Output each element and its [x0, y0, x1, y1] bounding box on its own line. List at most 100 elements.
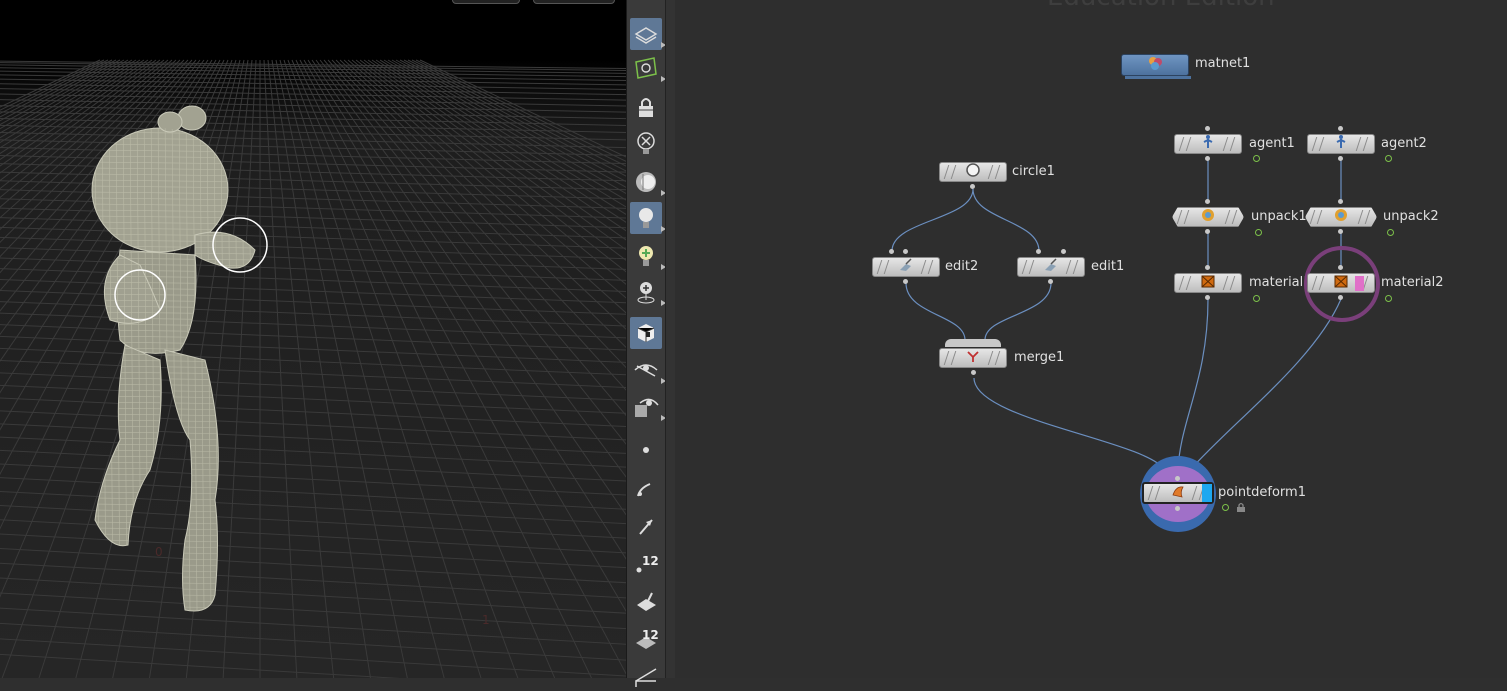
grid-origin-marker: 0	[155, 545, 163, 559]
node-unpack1[interactable]	[1172, 207, 1244, 227]
output-port[interactable]	[1205, 295, 1210, 300]
add-light-icon	[639, 246, 653, 266]
node-edit1[interactable]	[1017, 257, 1085, 277]
display-flag-indicator[interactable]	[1202, 484, 1212, 502]
output-port[interactable]	[903, 279, 908, 284]
display-options-icon	[634, 27, 658, 44]
close-circle-button[interactable]	[630, 128, 662, 160]
point-deform-icon	[1170, 483, 1186, 503]
node-flag-pointdeform1	[1222, 504, 1229, 511]
node-flag-unpack1	[1255, 229, 1262, 236]
point-display-button[interactable]	[630, 434, 662, 466]
material-node-icon	[1200, 273, 1216, 293]
output-port[interactable]	[1048, 279, 1053, 284]
output-port[interactable]	[1338, 156, 1343, 161]
node-flag-material1	[1253, 295, 1260, 302]
input-port[interactable]	[1036, 249, 1041, 254]
input-port[interactable]	[889, 249, 894, 254]
grid-axis-marker: 1	[482, 613, 490, 627]
node-material1[interactable]	[1174, 273, 1242, 293]
lock-icon[interactable]	[1236, 502, 1246, 513]
render-flag-indicator[interactable]	[1355, 276, 1364, 291]
input-port[interactable]	[903, 249, 908, 254]
output-port	[1175, 506, 1180, 511]
input-port[interactable]	[1061, 249, 1066, 254]
visibility-button[interactable]	[630, 354, 666, 386]
light-placement-button[interactable]	[630, 276, 666, 308]
primitive-numbers-icon: 12	[636, 628, 659, 649]
material-node-icon	[1333, 273, 1349, 293]
node-label-pointdeform1: pointdeform1	[1218, 485, 1306, 500]
scene-viewport[interactable]: 0 1	[0, 0, 626, 678]
shading-mode-icon	[637, 324, 655, 342]
ghost-visibility-icon	[635, 398, 659, 417]
camera-view-button[interactable]	[630, 52, 666, 84]
node-agent1[interactable]	[1174, 134, 1242, 154]
output-port[interactable]	[970, 184, 975, 189]
input-port[interactable]	[1338, 126, 1343, 131]
normal-display-button[interactable]	[630, 472, 662, 504]
point-numbers-button[interactable]: 12	[630, 547, 662, 579]
output-port[interactable]	[1205, 156, 1210, 161]
node-unpack2[interactable]	[1305, 207, 1377, 227]
node-matnet1[interactable]	[1121, 54, 1189, 76]
merge-node-icon	[965, 348, 981, 368]
input-port[interactable]	[1338, 199, 1343, 204]
node-label-matnet1: matnet1	[1195, 56, 1251, 71]
node-flag-agent1	[1253, 155, 1260, 162]
node-pointdeform1[interactable]	[1142, 482, 1214, 504]
merge-node-cap	[945, 339, 1001, 347]
output-port[interactable]	[1338, 229, 1343, 234]
point-numbers-icon: 12	[636, 554, 659, 573]
circle-node-icon	[965, 162, 981, 182]
add-light-button[interactable]	[630, 240, 666, 272]
node-label-agent1: agent1	[1249, 136, 1295, 151]
uv-display-icon	[635, 668, 657, 687]
light-bulb-icon	[639, 208, 653, 228]
node-label-circle1: circle1	[1012, 164, 1055, 179]
primitive-display-icon	[637, 592, 656, 611]
shading-mode-button[interactable]	[630, 317, 662, 349]
agent-node-icon	[1333, 134, 1349, 154]
node-material2[interactable]	[1307, 273, 1375, 293]
input-port[interactable]	[1205, 199, 1210, 204]
node-label-unpack2: unpack2	[1383, 209, 1439, 224]
visibility-icon	[634, 364, 658, 377]
output-port[interactable]	[1205, 229, 1210, 234]
light-bulb-button[interactable]	[630, 202, 666, 234]
ground-grid: 0 1	[0, 59, 626, 678]
node-circle1[interactable]	[939, 162, 1007, 182]
wire-edit1-merge1	[984, 282, 1052, 341]
input-port[interactable]	[1205, 126, 1210, 131]
display-options-button[interactable]	[630, 18, 666, 50]
node-edit2[interactable]	[872, 257, 940, 277]
close-circle-icon	[637, 132, 655, 154]
wire-material1-pointdeform1	[1177, 298, 1209, 471]
headlight-button[interactable]	[630, 166, 666, 198]
input-port	[1175, 476, 1180, 481]
camera-view-icon	[635, 57, 657, 79]
node-agent2[interactable]	[1307, 134, 1375, 154]
lock-button[interactable]	[630, 91, 662, 123]
vector-display-button[interactable]	[630, 510, 662, 542]
viewport-display-toolbar: 12 12	[626, 0, 666, 687]
primitive-numbers-button[interactable]: 12	[630, 623, 662, 655]
wire-edit2-merge1	[905, 282, 966, 341]
node-label-material2: material2	[1381, 275, 1444, 290]
primitive-display-button[interactable]	[630, 585, 662, 617]
uv-display-button[interactable]	[630, 659, 662, 691]
output-port[interactable]	[971, 370, 976, 375]
network-editor[interactable]: Education Edition matnet1	[675, 0, 1507, 678]
node-label-material1: material1	[1249, 275, 1312, 290]
wire-material2-pointdeform1	[1189, 298, 1342, 471]
svg-text:12: 12	[642, 628, 659, 642]
input-port[interactable]	[1205, 265, 1210, 270]
svg-text:12: 12	[642, 554, 659, 568]
node-merge1[interactable]	[939, 348, 1007, 368]
input-port[interactable]	[1338, 265, 1343, 270]
output-port[interactable]	[1338, 295, 1343, 300]
wire-merge1-pointdeform1	[973, 377, 1166, 471]
edit-node-icon	[1043, 257, 1059, 277]
ghost-visibility-button[interactable]	[630, 391, 666, 423]
node-label-unpack1: unpack1	[1251, 209, 1307, 224]
